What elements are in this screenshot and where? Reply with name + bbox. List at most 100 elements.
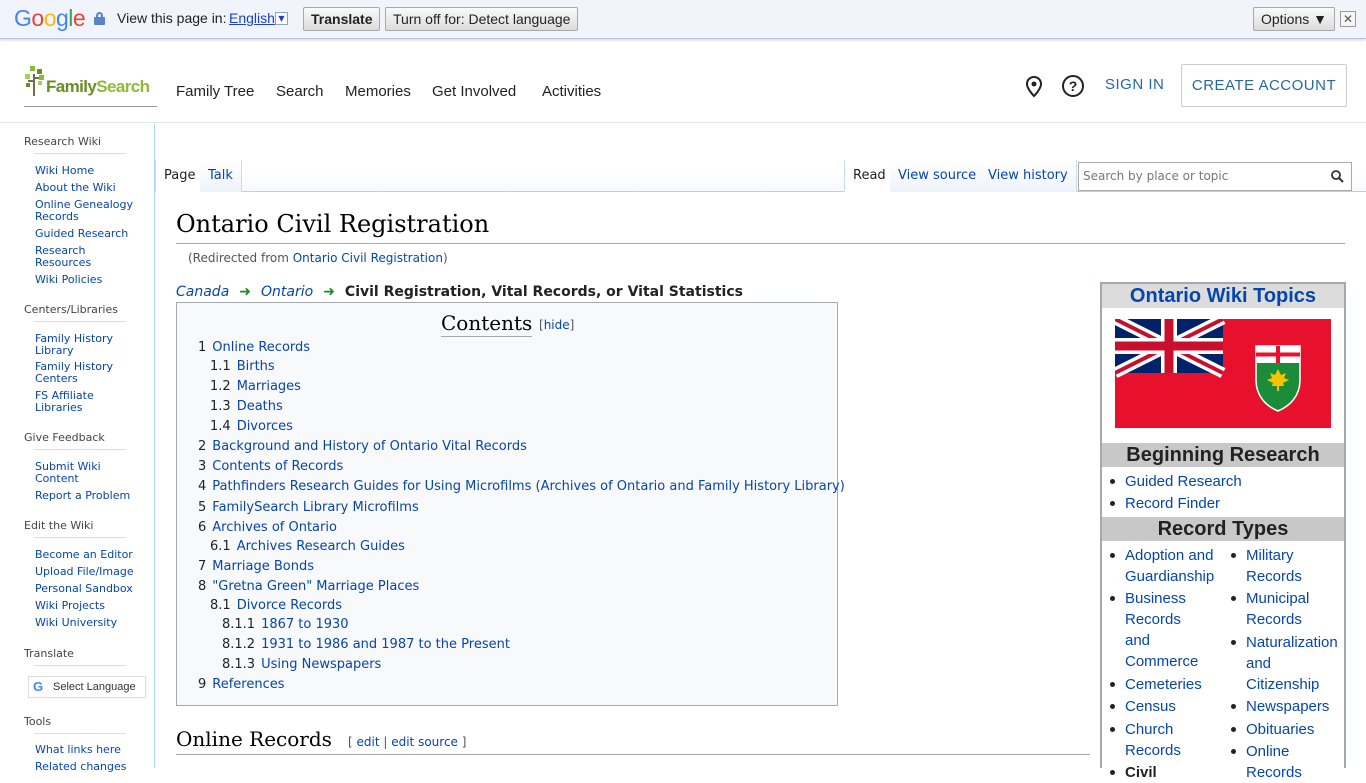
toc-entry[interactable]: 4 Pathfinders Research Guides for Using M…	[198, 479, 845, 494]
toc-entry-text[interactable]: Online Records	[212, 340, 310, 355]
sidebar-link-become-editor[interactable]: Become an Editor	[35, 549, 145, 561]
toc-entry-text[interactable]: 1867 to 1930	[261, 617, 348, 632]
infobox-link-census[interactable]: Census	[1110, 696, 1176, 717]
toc-entry-text[interactable]: Contents of Records	[212, 459, 343, 474]
sidebar-link-research-resources[interactable]: Research Resources	[35, 245, 115, 269]
toc-entry-text[interactable]: Pathfinders Research Guides for Using Mi…	[212, 479, 845, 494]
toc-entry[interactable]: 7 Marriage Bonds	[198, 559, 314, 574]
sidebar-link-wiki-home[interactable]: Wiki Home	[35, 165, 145, 177]
toc-entry[interactable]: 1.1 Births	[210, 359, 275, 374]
arrow-right-icon: ➜	[239, 284, 252, 300]
toc-hide-link[interactable]: hide	[544, 318, 570, 332]
nav-memories[interactable]: Memories	[345, 83, 411, 100]
options-button[interactable]: Options ▼	[1253, 7, 1335, 31]
infobox-link-business[interactable]: Business Records and Commerce	[1110, 588, 1205, 672]
toc-entry[interactable]: 5 FamilySearch Library Microfilms	[198, 500, 419, 515]
toc-entry-text[interactable]: Births	[237, 359, 275, 374]
toc-entry[interactable]: 1.4 Divorces	[210, 419, 293, 434]
breadcrumb-ontario[interactable]: Ontario	[261, 284, 313, 300]
redirect-link[interactable]: Ontario Civil Registration	[293, 251, 443, 265]
nav-search[interactable]: Search	[276, 83, 324, 100]
toc-entry-text[interactable]: "Gretna Green" Marriage Places	[212, 579, 419, 594]
translate-button[interactable]: Translate	[303, 7, 381, 31]
toc-entry[interactable]: 6 Archives of Ontario	[198, 520, 337, 535]
chevron-down-icon[interactable]: ▼	[275, 12, 288, 25]
toc-entry-text[interactable]: References	[212, 677, 284, 692]
sidebar-link-submit-content[interactable]: Submit Wiki Content	[35, 461, 105, 485]
infobox-link-civil[interactable]: Civil	[1110, 762, 1157, 783]
nav-family-tree[interactable]: Family Tree	[176, 83, 254, 100]
sidebar-link-fhc[interactable]: Family History Centers	[35, 361, 120, 385]
turn-off-button[interactable]: Turn off for: Detect language	[385, 7, 579, 31]
toc-entry[interactable]: 2 Background and History of Ontario Vital…	[198, 439, 527, 454]
sidebar-link-fhl[interactable]: Family History Library	[35, 333, 120, 357]
sidebar-link-wiki-policies[interactable]: Wiki Policies	[35, 274, 145, 286]
wiki-search-input[interactable]: Search by place or topic	[1078, 162, 1352, 191]
toc-entry-text[interactable]: Marriage Bonds	[212, 559, 314, 574]
create-account-button[interactable]: CREATE ACCOUNT	[1181, 64, 1347, 107]
nav-get-involved[interactable]: Get Involved	[432, 83, 516, 100]
sidebar-link-what-links-here[interactable]: What links here	[35, 744, 145, 756]
sidebar-link-guided-research[interactable]: Guided Research	[35, 228, 145, 240]
toc-entry[interactable]: 1 Online Records	[198, 340, 310, 355]
edit-link[interactable]: edit	[357, 735, 380, 749]
infobox-link-naturalization[interactable]: Naturalization and Citizenship	[1231, 632, 1346, 695]
location-pin-icon[interactable]	[1025, 76, 1043, 98]
toc-entry[interactable]: 8.1.2 1931 to 1986 and 1987 to the Presen…	[222, 637, 510, 652]
sidebar-link-report-problem[interactable]: Report a Problem	[35, 490, 145, 502]
sidebar-link-upload[interactable]: Upload File/Image	[35, 566, 145, 578]
sidebar-link-wiki-projects[interactable]: Wiki Projects	[35, 600, 145, 612]
infobox-title[interactable]: Ontario Wiki Topics	[1102, 284, 1344, 308]
toc-entry[interactable]: 9 References	[198, 677, 285, 692]
sidebar-link-related-changes[interactable]: Related changes	[35, 761, 145, 773]
select-language-dropdown[interactable]: G Select Language	[28, 676, 146, 698]
toc-entry[interactable]: 8.1 Divorce Records	[210, 598, 342, 613]
toc-entry-text[interactable]: Divorces	[237, 419, 293, 434]
familysearch-logo[interactable]: FamilySearch	[24, 62, 157, 107]
infobox-link-cemeteries[interactable]: Cemeteries	[1110, 674, 1202, 695]
sidebar-link-sandbox[interactable]: Personal Sandbox	[35, 583, 145, 595]
toc-entry-text[interactable]: Archives Research Guides	[237, 539, 405, 554]
infobox-link-municipal[interactable]: Municipal Records	[1231, 588, 1326, 630]
sidebar-link-online-records[interactable]: Online Genealogy Records	[35, 199, 135, 223]
search-icon[interactable]	[1331, 170, 1344, 183]
infobox-link-guided-research[interactable]: Guided Research	[1110, 471, 1242, 492]
infobox-link-military[interactable]: Military Records	[1231, 545, 1326, 587]
edit-source-link[interactable]: edit source	[391, 735, 458, 749]
toc-entry[interactable]: 1.2 Marriages	[210, 379, 301, 394]
sidebar-link-wiki-university[interactable]: Wiki University	[35, 617, 145, 629]
toc-entry[interactable]: 8.1.1 1867 to 1930	[222, 617, 349, 632]
breadcrumb-canada[interactable]: Canada	[176, 284, 229, 300]
toc-entry-text[interactable]: Divorce Records	[237, 598, 342, 613]
sidebar-link-affiliate[interactable]: FS Affiliate Libraries	[35, 390, 105, 414]
toc-entry[interactable]: 1.3 Deaths	[210, 399, 283, 414]
infobox-link-church[interactable]: Church Records	[1110, 719, 1195, 761]
toc-entry-text[interactable]: 1931 to 1986 and 1987 to the Present	[261, 637, 510, 652]
toc-entry-text[interactable]: Marriages	[237, 379, 301, 394]
help-icon[interactable]: ?	[1062, 75, 1084, 97]
tab-page[interactable]: Page	[155, 160, 205, 192]
toc-entry-text[interactable]: Background and History of Ontario Vital …	[212, 439, 527, 454]
tab-talk[interactable]: Talk	[200, 160, 242, 192]
tab-view-source[interactable]: View source	[890, 160, 986, 192]
infobox-link-newspapers[interactable]: Newspapers	[1230, 696, 1329, 717]
sign-in-link[interactable]: SIGN IN	[1105, 76, 1164, 93]
infobox-link-adoption[interactable]: Adoption and Guardianship	[1110, 545, 1225, 587]
toc-entry-text[interactable]: FamilySearch Library Microfilms	[212, 500, 418, 515]
nav-activities[interactable]: Activities	[542, 83, 601, 100]
tab-read[interactable]: Read	[844, 160, 895, 192]
toc-entry[interactable]: 8.1.3 Using Newspapers	[222, 657, 381, 672]
toc-entry-text[interactable]: Archives of Ontario	[212, 520, 337, 535]
toc-entry-text[interactable]: Deaths	[237, 399, 283, 414]
toc-entry[interactable]: 8 "Gretna Green" Marriage Places	[198, 579, 419, 594]
toc-entry[interactable]: 3 Contents of Records	[198, 459, 343, 474]
infobox-link-record-finder[interactable]: Record Finder	[1109, 493, 1220, 514]
infobox-link-online-records[interactable]: Online Records	[1231, 741, 1316, 783]
language-select[interactable]: English	[229, 10, 275, 26]
infobox-link-obituaries[interactable]: Obituaries	[1230, 719, 1314, 740]
toc-entry-text[interactable]: Using Newspapers	[261, 657, 381, 672]
close-icon[interactable]: ✕	[1340, 11, 1356, 27]
sidebar-link-about[interactable]: About the Wiki	[35, 182, 145, 194]
toc-entry[interactable]: 6.1 Archives Research Guides	[210, 539, 405, 554]
tab-view-history[interactable]: View history	[980, 160, 1077, 192]
